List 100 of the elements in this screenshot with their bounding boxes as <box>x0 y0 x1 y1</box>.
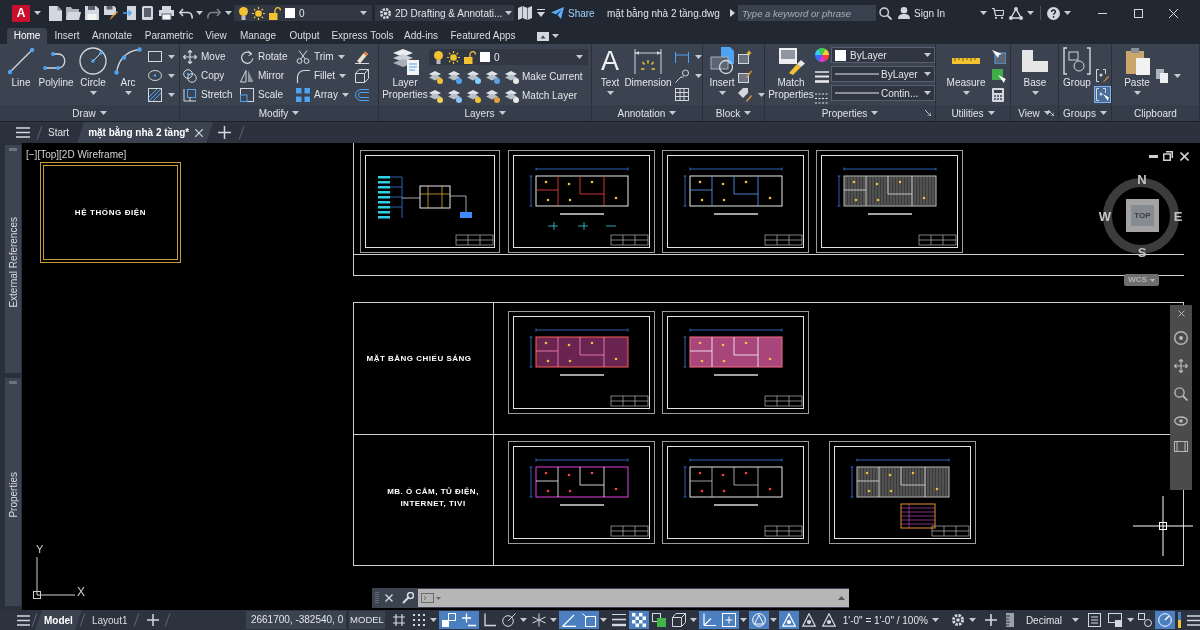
caret-icon[interactable] <box>168 92 175 97</box>
menu-icon[interactable] <box>16 127 30 138</box>
caret-icon[interactable] <box>987 111 995 115</box>
caret-icon[interactable] <box>498 111 506 115</box>
caret-icon[interactable] <box>99 111 107 115</box>
viewport-controls-label[interactable]: [−][Top][2D Wireframe] <box>26 149 127 161</box>
save-as-icon[interactable] <box>104 6 118 20</box>
caret-icon[interactable] <box>695 54 702 59</box>
circle-dot-icon[interactable] <box>1174 331 1188 345</box>
caret-icon[interactable] <box>600 618 608 622</box>
undo-icon[interactable] <box>179 7 193 19</box>
make-current-button[interactable]: Make Current <box>505 69 583 84</box>
ribbon-tab[interactable]: Add-ins <box>401 28 441 44</box>
status-toggle[interactable] <box>1135 611 1155 629</box>
search-icon[interactable] <box>879 6 892 20</box>
ribbon-tab[interactable]: View <box>201 28 231 44</box>
close-icon[interactable] <box>195 128 204 137</box>
status-toggle[interactable] <box>778 611 799 629</box>
caret-icon[interactable] <box>770 618 778 622</box>
command-line-input[interactable] <box>418 589 849 607</box>
offset-icon[interactable] <box>355 88 369 101</box>
share-button[interactable]: Share <box>551 5 595 21</box>
layers-icon[interactable] <box>486 88 500 103</box>
search-field[interactable]: Type a keyword or phrase <box>738 5 876 21</box>
layers-icon[interactable] <box>448 69 462 84</box>
sign-in-button[interactable]: Sign In <box>898 5 946 21</box>
wrench-icon[interactable] <box>402 592 414 604</box>
menu-icon[interactable] <box>17 614 30 626</box>
status-toggle[interactable] <box>628 611 649 629</box>
phone-icon[interactable] <box>142 6 153 20</box>
palette-tab[interactable]: Properties <box>5 378 21 606</box>
ruler-icon[interactable] <box>1005 613 1014 627</box>
layers-icon[interactable] <box>429 88 443 103</box>
dialog-launcher-icon[interactable] <box>925 110 931 116</box>
layout-tab[interactable]: Model <box>35 610 82 630</box>
group-button[interactable]: Group <box>1062 44 1092 105</box>
rectangle-icon[interactable] <box>148 51 162 62</box>
help-icon[interactable] <box>1047 6 1061 20</box>
caret-icon[interactable] <box>520 618 528 622</box>
layers-icon[interactable] <box>429 69 443 84</box>
caret-icon[interactable] <box>871 111 879 115</box>
paste-button[interactable]: Paste <box>1120 44 1154 105</box>
caret-icon[interactable] <box>1126 618 1134 622</box>
status-toggle[interactable] <box>438 611 459 629</box>
polyline-button[interactable]: Polyline <box>37 44 75 105</box>
compass-label[interactable]: E <box>1172 210 1184 224</box>
ribbon-tab[interactable]: Parametric <box>137 28 201 44</box>
file-tab[interactable]: Start <box>40 122 78 143</box>
base-view-button[interactable]: Base <box>1015 44 1055 105</box>
tag-pencil-icon[interactable] <box>738 87 752 102</box>
insert-button[interactable]: Insert <box>707 44 737 105</box>
caret-icon[interactable] <box>1064 11 1072 15</box>
app-menu-button[interactable]: A <box>12 4 30 22</box>
layers-icon[interactable] <box>448 88 462 103</box>
layer-dropdown[interactable]: 0 <box>234 5 372 21</box>
status-toggle[interactable] <box>458 611 479 629</box>
plus-icon[interactable] <box>218 126 232 139</box>
status-toggle[interactable] <box>1155 611 1175 629</box>
layer-properties-button[interactable]: Layer Properties <box>381 44 429 105</box>
customize-menu-icon[interactable] <box>537 8 545 18</box>
linetype-dropdown[interactable]: Contin... <box>831 85 935 101</box>
ribbon-tab[interactable]: Home <box>7 28 47 44</box>
ribbon-tab[interactable]: Annotate <box>87 28 137 44</box>
layers-icon[interactable] <box>467 88 481 103</box>
leader-icon[interactable] <box>675 68 689 83</box>
dimension-button[interactable]: Dimension <box>624 44 672 105</box>
layers-icon[interactable] <box>486 69 500 84</box>
gear-icon[interactable] <box>950 613 965 627</box>
new-file-icon[interactable] <box>49 5 62 21</box>
block-pencil-icon[interactable] <box>738 68 752 83</box>
arc-button[interactable]: Arc <box>111 44 145 105</box>
caret-icon[interactable] <box>744 111 752 115</box>
triangle-right-icon[interactable] <box>730 9 735 17</box>
close-icon[interactable] <box>385 594 393 602</box>
caret-icon[interactable] <box>968 618 976 622</box>
mirror-button[interactable]: Mirror <box>240 68 285 83</box>
scale-button[interactable]: Scale <box>240 87 283 102</box>
group-toggle[interactable] <box>1094 86 1111 103</box>
ellipse-dot-icon[interactable] <box>1174 415 1188 427</box>
dialog-launcher-icon[interactable] <box>1048 110 1054 116</box>
match-properties-button[interactable]: Match Properties <box>768 44 814 105</box>
status-toggle[interactable] <box>578 611 599 629</box>
status-toggle[interactable] <box>748 611 769 629</box>
maximize-icon[interactable] <box>1134 8 1144 18</box>
film-strip-icon[interactable] <box>1174 441 1188 452</box>
color-wheel-icon[interactable] <box>815 48 829 62</box>
ribbon-tab[interactable]: Manage <box>231 28 285 44</box>
restore-icon[interactable] <box>1163 151 1173 161</box>
copy-documents-icon[interactable] <box>1156 68 1168 83</box>
measure-button[interactable]: Measure <box>944 44 988 105</box>
annotation-scale-dropdown[interactable]: 1'-0" = 1'-0" / 100% <box>842 612 939 628</box>
lineweight-dropdown[interactable]: ByLayer <box>831 66 935 82</box>
stretch-button[interactable]: Stretch <box>183 87 233 102</box>
caret-icon[interactable] <box>695 73 702 78</box>
caret-icon[interactable] <box>669 111 677 115</box>
array-button[interactable]: Array <box>296 87 338 102</box>
caret-icon[interactable] <box>341 92 349 97</box>
caret-icon[interactable] <box>168 54 175 59</box>
grip-handle-icon[interactable] <box>375 592 379 604</box>
linetype-icon[interactable] <box>815 93 829 104</box>
